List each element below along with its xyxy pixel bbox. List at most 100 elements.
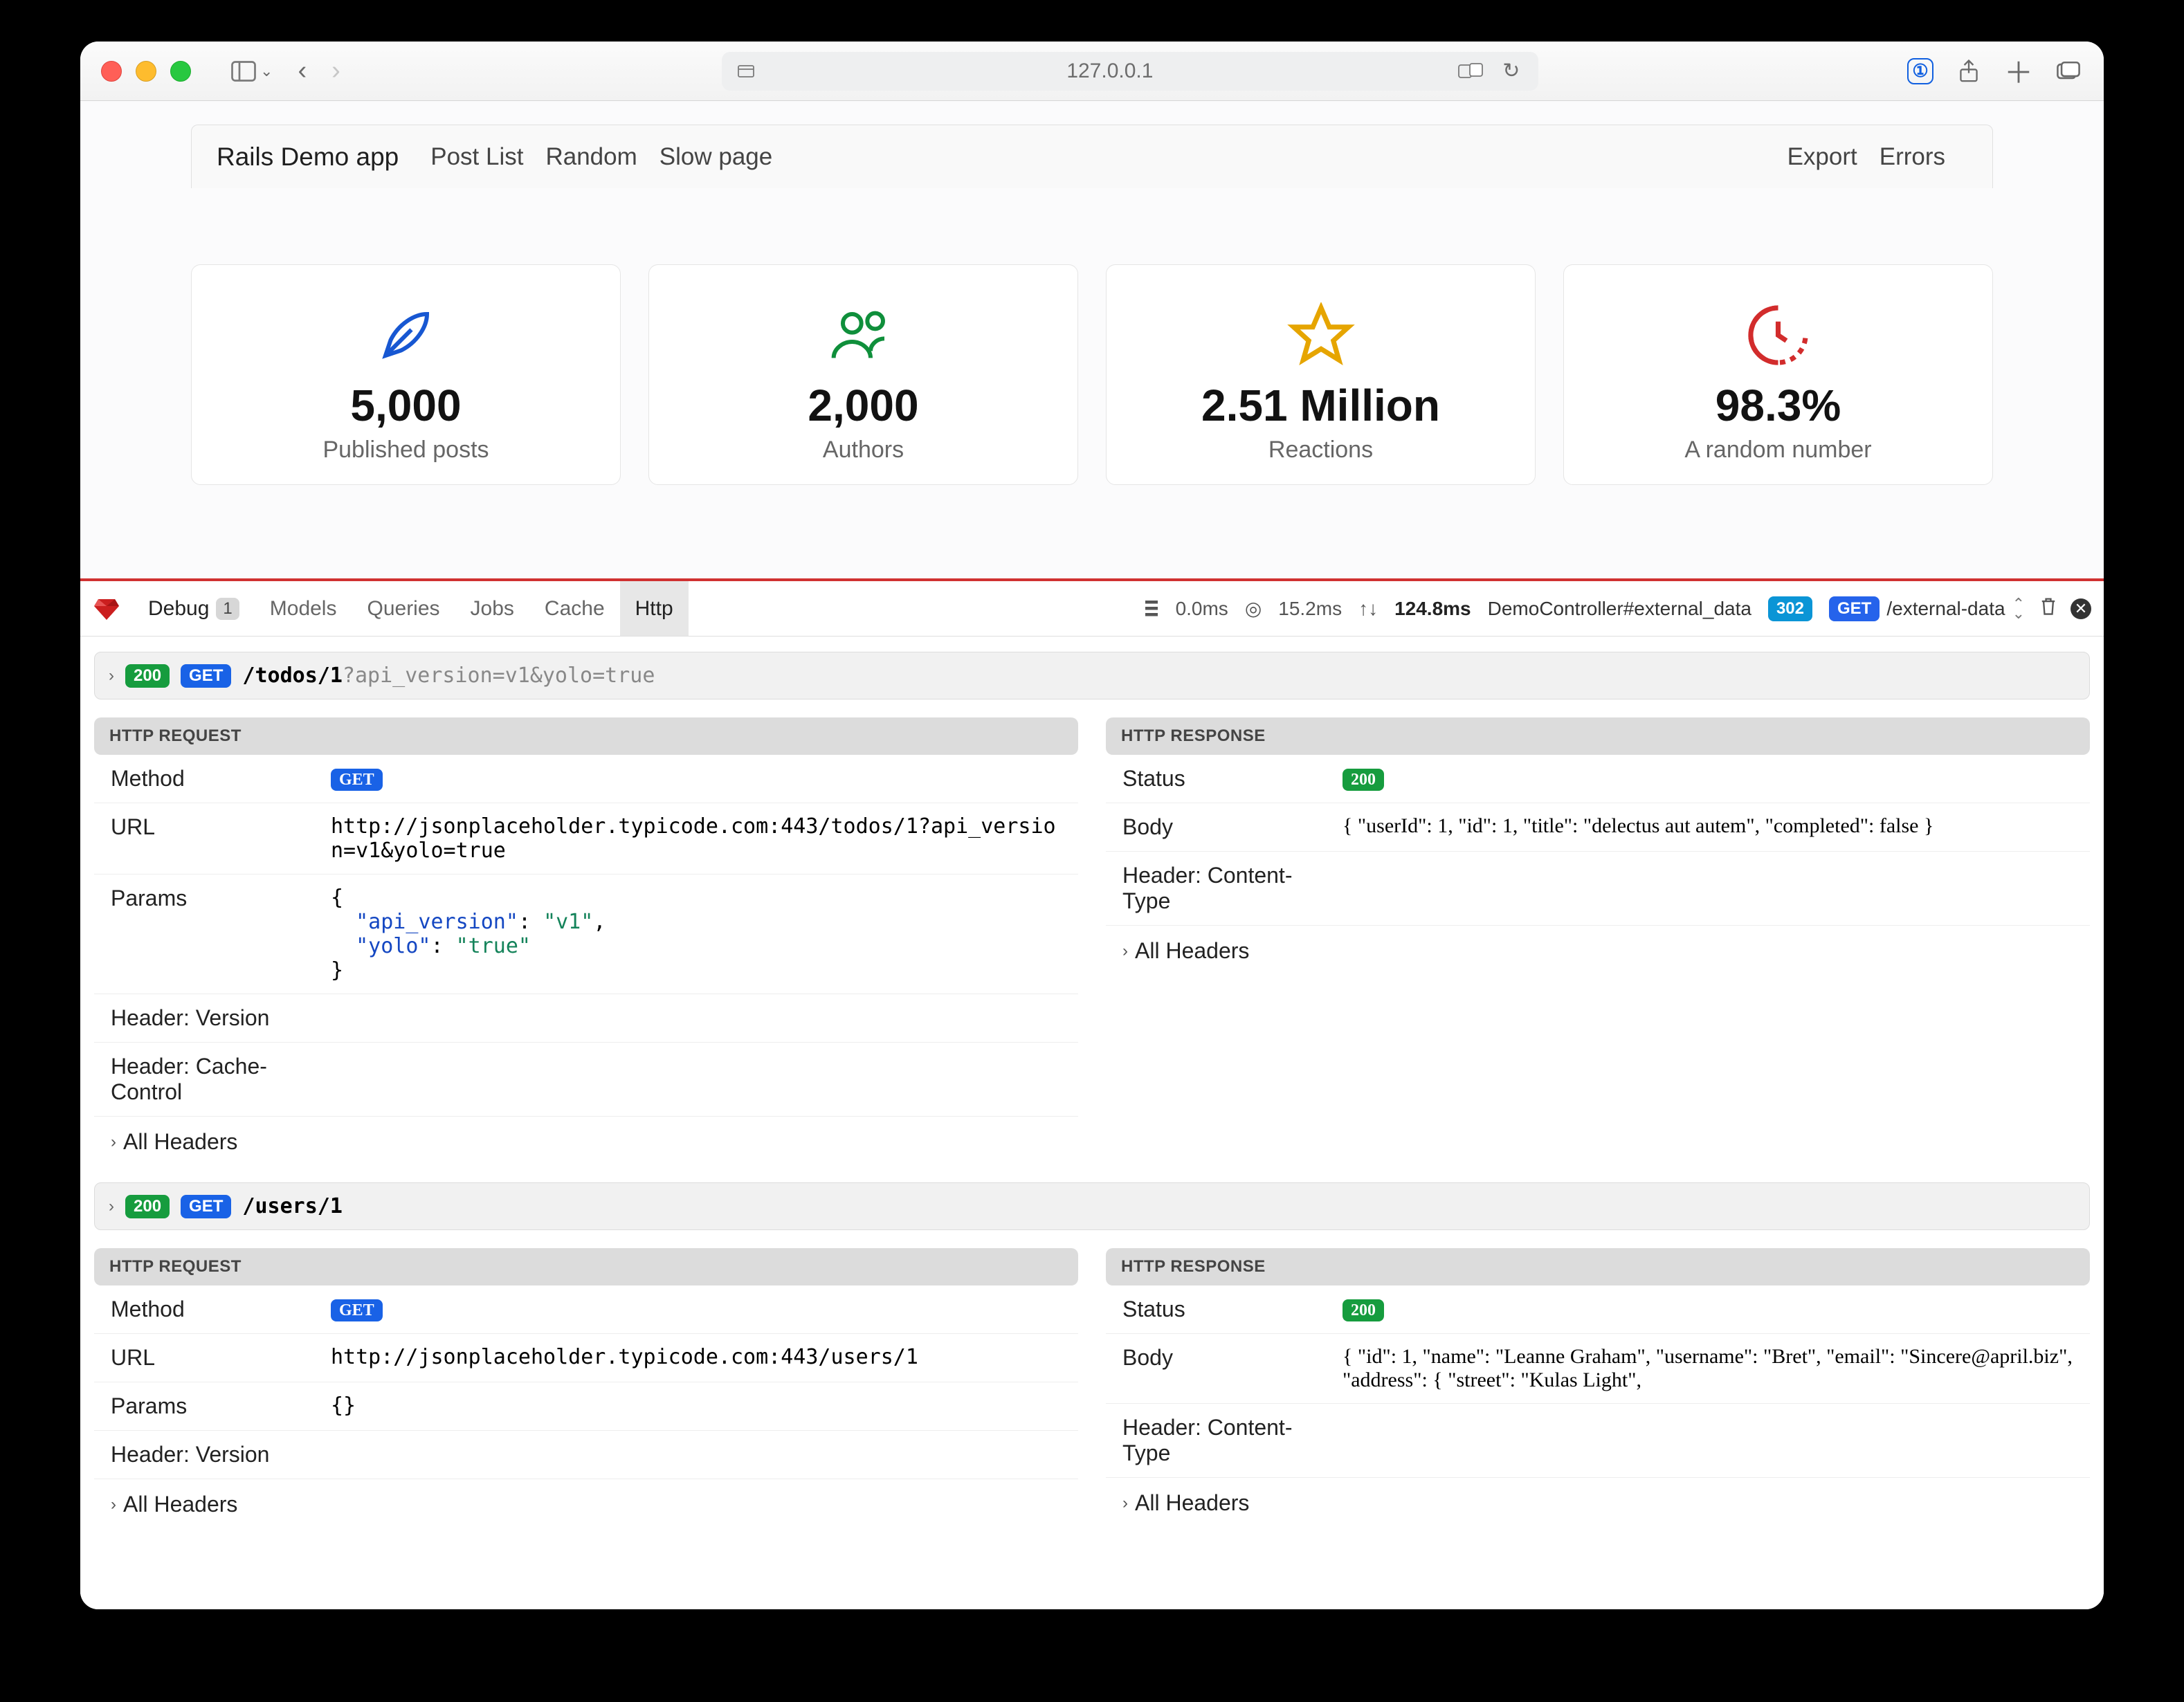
debugbar-body[interactable]: › 200 GET /todos/1?api_version=v1&yolo=t… <box>80 637 2104 1609</box>
nav-link-slow[interactable]: Slow page <box>659 143 772 171</box>
fullscreen-window-button[interactable] <box>170 61 191 82</box>
chevron-right-icon: › <box>109 666 114 686</box>
star-icon <box>1120 297 1521 373</box>
http-request-heading: HTTP Request <box>94 717 1078 755</box>
clock-icon <box>1578 297 1978 373</box>
method-badge: GET <box>331 1299 383 1321</box>
stat-label: Published posts <box>206 437 606 464</box>
debugbar: Debug 1 ModelsQueriesJobs Cache Http 0.0ms ◎… <box>80 578 2104 1609</box>
titlebar: ⌄ ‹ › 127.0.0.1 ↻ ① ＋ <box>80 42 2104 101</box>
stat-label: Reactions <box>1120 437 1521 464</box>
debugbar-tab-http[interactable]: Http <box>620 581 689 636</box>
stat-value: 98.3% <box>1578 380 1978 431</box>
response-body-row: Body{ "id": 1, "name": "Leanne Graham", … <box>1106 1334 2090 1404</box>
chevron-right-icon: › <box>111 1133 116 1152</box>
clear-button[interactable] <box>2039 596 2058 622</box>
all-request-headers-toggle[interactable]: ›All Headers <box>94 1479 1078 1530</box>
debugbar-status: 0.0ms ◎ 15.2ms ↑↓ 124.8ms DemoController… <box>1144 596 2025 621</box>
method-badge: GET <box>331 769 383 791</box>
status-badge: 200 <box>125 1195 170 1218</box>
feather-icon <box>206 297 606 373</box>
tab-overview-button[interactable] <box>2054 57 2083 86</box>
method-badge: GET <box>181 664 231 688</box>
minimize-window-button[interactable] <box>136 61 156 82</box>
controller-action: DemoController#external_data <box>1488 598 1751 620</box>
app-brand[interactable]: Rails Demo app <box>217 143 399 172</box>
text-size-icon[interactable] <box>734 57 763 86</box>
response-header-row[interactable]: Header: Content-Type <box>1106 1404 2090 1478</box>
transfer-icon: ↑↓ <box>1358 598 1378 620</box>
total-time: 124.8ms <box>1394 598 1471 620</box>
request-params-row: Params{ "api_version": "v1", "yolo": "tr… <box>94 875 1078 994</box>
request-method-row: MethodGET <box>94 755 1078 803</box>
request-header-row[interactable]: Header: Version <box>94 1431 1078 1479</box>
new-tab-button[interactable]: ＋ <box>2004 57 2033 86</box>
page-content-scroll[interactable]: Rails Demo app Post List Random Slow pag… <box>80 101 2104 578</box>
request-params-row: Params{} <box>94 1382 1078 1431</box>
stat-card: 2,000 Authors <box>648 264 1078 485</box>
tab-count-badge: 1 <box>216 598 239 620</box>
app-navbar: Rails Demo app Post List Random Slow pag… <box>191 125 1993 188</box>
http-entry-header[interactable]: › 200 GET /todos/1?api_version=v1&yolo=t… <box>94 652 2090 699</box>
reload-button[interactable]: ↻ <box>1497 57 1526 86</box>
nav-link-errors[interactable]: Errors <box>1880 143 1945 171</box>
tab-label: Debug <box>148 597 209 621</box>
tab-label: Cache <box>545 597 605 621</box>
sidebar-toggle-button[interactable]: ⌄ <box>219 61 285 82</box>
users-icon <box>663 297 1064 373</box>
request-method-row: MethodGET <box>94 1285 1078 1334</box>
stat-value: 2.51 Million <box>1120 380 1521 431</box>
nav-link-post-list[interactable]: Post List <box>430 143 523 171</box>
status-badge: 200 <box>125 664 170 688</box>
translate-icon[interactable] <box>1457 57 1486 86</box>
password-manager-icon[interactable]: ① <box>1907 58 1933 84</box>
all-response-headers-toggle[interactable]: ›All Headers <box>1106 926 2090 976</box>
back-button[interactable]: ‹ <box>285 56 319 86</box>
close-window-button[interactable] <box>101 61 122 82</box>
url-bar[interactable]: 127.0.0.1 ↻ <box>722 52 1538 91</box>
browser-window: ⌄ ‹ › 127.0.0.1 ↻ ① ＋ <box>80 42 2104 1609</box>
response-status-row: Status200 <box>1106 755 2090 803</box>
http-response-heading: HTTP Response <box>1106 1248 2090 1285</box>
request-query: ?api_version=v1&yolo=true <box>343 664 655 688</box>
debugbar-tab-models[interactable]: Models <box>255 581 352 636</box>
nav-link-random[interactable]: Random <box>545 143 637 171</box>
request-url-row: URLhttp://jsonplaceholder.typicode.com:4… <box>94 803 1078 875</box>
all-response-headers-toggle[interactable]: ›All Headers <box>1106 1478 2090 1528</box>
stacks-icon <box>1144 601 1159 617</box>
route-selector[interactable]: GET /external-data ⌃⌄ <box>1829 596 2025 621</box>
close-debugbar-button[interactable]: ✕ <box>2071 598 2091 619</box>
ruby-gem-icon[interactable] <box>93 595 120 623</box>
request-header-row[interactable]: Header: Version <box>94 994 1078 1043</box>
debugbar-tab-queries[interactable]: Queries <box>352 581 455 636</box>
chevron-right-icon: › <box>109 1197 114 1216</box>
share-button[interactable] <box>1954 57 1983 86</box>
debugbar-tab-cache[interactable]: Cache <box>529 581 620 636</box>
cpu-icon: ◎ <box>1245 597 1262 620</box>
stat-card: 2.51 Million Reactions <box>1106 264 1536 485</box>
all-request-headers-toggle[interactable]: ›All Headers <box>94 1117 1078 1167</box>
stat-card: 5,000 Published posts <box>191 264 621 485</box>
http-request-heading: HTTP Request <box>94 1248 1078 1285</box>
stat-label: Authors <box>663 437 1064 464</box>
stat-value: 5,000 <box>206 380 606 431</box>
response-body-row: Body{ "userId": 1, "id": 1, "title": "de… <box>1106 803 2090 852</box>
traffic-lights <box>101 61 191 82</box>
chevron-right-icon: › <box>1122 1494 1128 1513</box>
debugbar-tab-debug[interactable]: Debug 1 <box>133 581 255 636</box>
route-path: /external-data <box>1886 598 2005 620</box>
request-path: /todos/1 <box>242 664 343 688</box>
chevron-right-icon: › <box>111 1495 116 1515</box>
method-badge: GET <box>181 1195 231 1218</box>
forward-button[interactable]: › <box>319 56 353 86</box>
request-header-row[interactable]: Header: Cache-Control <box>94 1043 1078 1117</box>
cpu-time: 15.2ms <box>1278 598 1342 620</box>
debugbar-tab-jobs[interactable]: Jobs <box>455 581 529 636</box>
response-status-pill: 302 <box>1768 596 1812 621</box>
route-chevron-icon: ⌃⌄ <box>2012 599 2025 617</box>
http-entry-header[interactable]: › 200 GET /users/1 <box>94 1182 2090 1230</box>
response-header-row[interactable]: Header: Content-Type <box>1106 852 2090 926</box>
debugbar-tabs: Debug 1 ModelsQueriesJobs Cache Http 0.0ms ◎… <box>80 581 2104 637</box>
nav-link-export[interactable]: Export <box>1787 143 1857 171</box>
url-text: 127.0.0.1 <box>763 60 1457 83</box>
